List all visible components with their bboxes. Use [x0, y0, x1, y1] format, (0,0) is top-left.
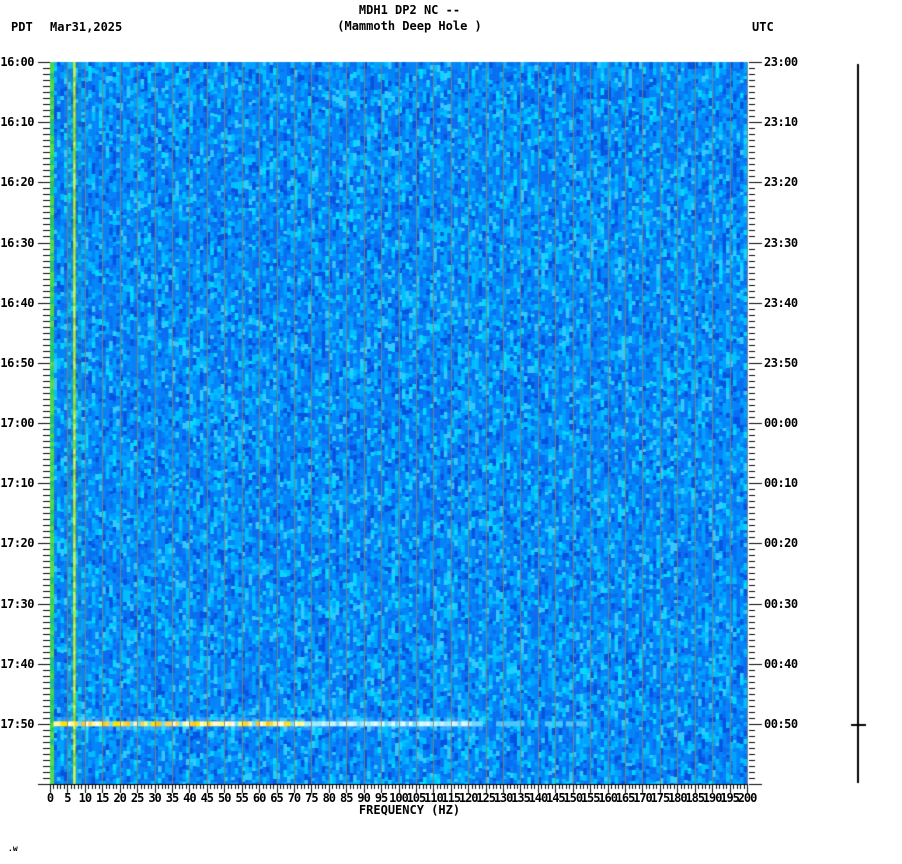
left-time-tick-label: 17:40 [0, 657, 34, 671]
left-time-tick-label: 17:50 [0, 717, 34, 731]
plot-subtitle: (Mammoth Deep Hole ) [61, 19, 758, 33]
right-time-tick-label: 00:50 [764, 717, 812, 731]
left-time-tick-label: 16:10 [0, 115, 34, 129]
left-time-tick-label: 16:30 [0, 236, 34, 250]
left-time-tick-label: 16:20 [0, 175, 34, 189]
spectrogram-page: PDT Mar31,2025 MDH1 DP2 NC -- (Mammoth D… [0, 0, 902, 864]
left-time-tick-label: 16:40 [0, 296, 34, 310]
plot-title: MDH1 DP2 NC -- [61, 3, 758, 17]
timezone-right-label: UTC [752, 20, 774, 34]
right-time-tick-label: 00:30 [764, 597, 812, 611]
footer-artifact-text: .w [8, 845, 18, 853]
right-time-tick-label: 23:50 [764, 356, 812, 370]
spectrogram-canvas [0, 0, 902, 864]
left-time-tick-label: 17:00 [0, 416, 34, 430]
right-time-tick-label: 23:10 [764, 115, 812, 129]
right-time-tick-label: 23:30 [764, 236, 812, 250]
right-time-tick-label: 23:20 [764, 175, 812, 189]
left-time-tick-label: 17:20 [0, 536, 34, 550]
left-time-tick-label: 17:30 [0, 597, 34, 611]
timezone-left-label: PDT [11, 20, 33, 34]
right-time-tick-label: 00:40 [764, 657, 812, 671]
left-time-tick-label: 16:50 [0, 356, 34, 370]
right-time-tick-label: 23:00 [764, 55, 812, 69]
left-time-tick-label: 17:10 [0, 476, 34, 490]
x-axis-title: FREQUENCY (HZ) [61, 803, 758, 817]
right-time-tick-label: 00:20 [764, 536, 812, 550]
right-time-tick-label: 23:40 [764, 296, 812, 310]
right-time-tick-label: 00:10 [764, 476, 812, 490]
right-time-tick-label: 00:00 [764, 416, 812, 430]
left-time-tick-label: 16:00 [0, 55, 34, 69]
